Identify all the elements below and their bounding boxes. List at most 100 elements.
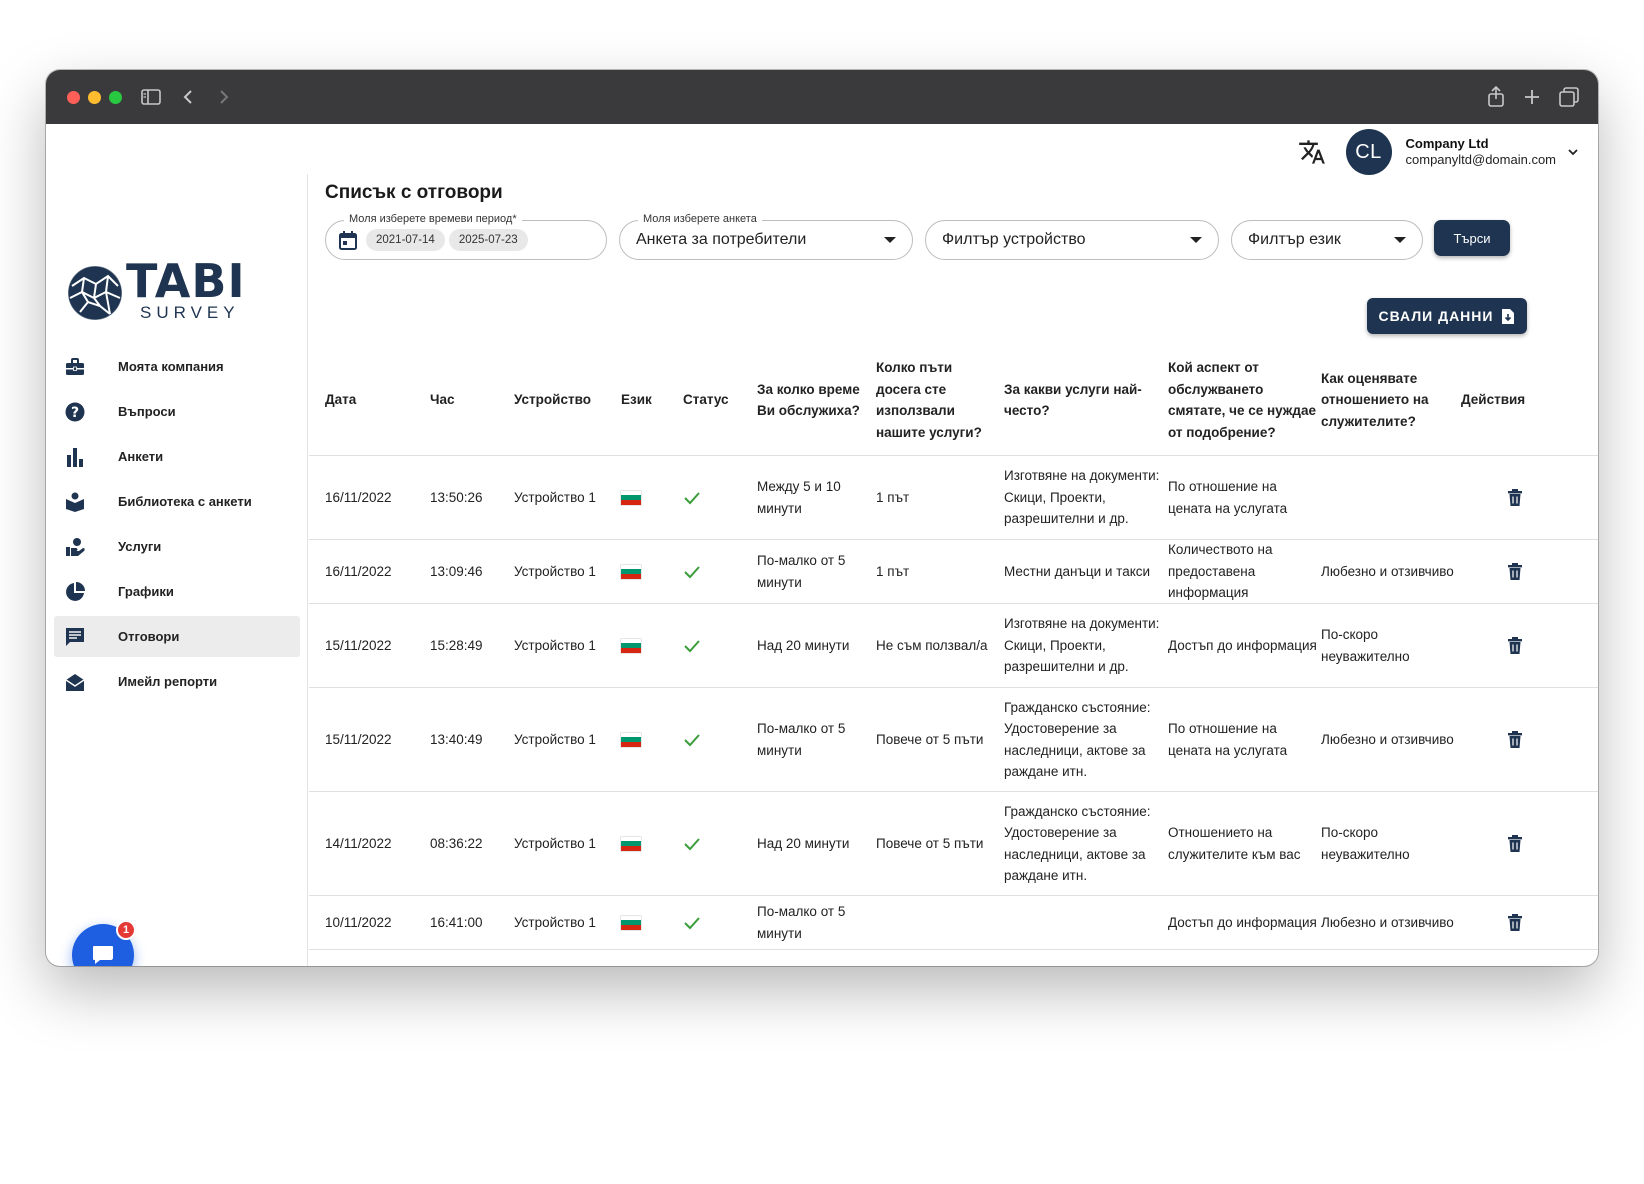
chevron-down-icon[interactable] [1566, 145, 1580, 159]
cell-date: 15/11/2022 [325, 731, 392, 747]
forward-icon[interactable] [216, 84, 232, 110]
delete-icon[interactable] [1507, 562, 1523, 581]
column-header: За какви услуги най-често? [1004, 381, 1142, 419]
bulgaria-flag-icon [621, 915, 641, 930]
email-open-icon [64, 671, 86, 693]
back-icon[interactable] [180, 84, 196, 110]
cell-q3 [1004, 896, 1164, 949]
sidebar-item-my-company[interactable]: Моята компания [54, 346, 300, 387]
survey-select[interactable]: Моля изберете анкета Анкета за потребите… [619, 212, 913, 260]
sidebar-item-surveys[interactable]: Анкети [54, 436, 300, 477]
sidebar-item-email-reports[interactable]: Имейл репорти [54, 661, 300, 702]
cell-device: Устройство 1 [514, 731, 596, 747]
sidebar-item-label: Графики [118, 584, 174, 599]
language-filter-select[interactable]: Филтър език [1231, 220, 1423, 260]
cell-q3: Изготвяне на документи: Скици, Проекти, … [1004, 616, 1160, 675]
sidebar-item-label: Библиотека с анкети [118, 494, 252, 509]
table-header: Дата Час Устройство Език Статус За колко врем… [309, 344, 1598, 456]
column-header: Език [621, 392, 652, 408]
user-email: companyltd@domain.com [1405, 152, 1556, 167]
library-icon [64, 491, 86, 513]
share-icon[interactable] [1486, 84, 1506, 110]
date-to-chip[interactable]: 2025-07-23 [448, 229, 528, 251]
check-icon [684, 837, 700, 850]
new-tab-icon[interactable] [1522, 84, 1542, 110]
status-cell [683, 896, 755, 949]
table-row: 16/11/2022 13:50:26 Устройство 1 Между 5 и … [309, 456, 1598, 540]
cell-q5: Любезно и отзивчиво [1321, 914, 1454, 930]
sidebar-item-answers[interactable]: Отговори [54, 616, 300, 657]
translate-icon[interactable] [1298, 138, 1326, 166]
cell-q5: Любезно и отзивчиво [1321, 563, 1454, 579]
notification-badge: 1 [116, 920, 136, 940]
sidebar-item-label: Моята компания [118, 359, 224, 374]
download-data-button[interactable]: СВАЛИ ДАННИ [1367, 298, 1527, 334]
sidebar-item-label: Услуги [118, 539, 162, 554]
sidebar-toggle-icon[interactable] [140, 84, 162, 110]
globe-logo-icon [67, 265, 123, 321]
close-window-button[interactable] [67, 91, 80, 104]
user-info[interactable]: Company Ltd companyltd@domain.com [1406, 136, 1556, 168]
date-from-chip[interactable]: 2021-07-14 [366, 229, 445, 251]
sidebar-item-label: Анкети [118, 449, 164, 464]
column-header: Статус [683, 392, 729, 408]
download-data-label: СВАЛИ ДАННИ [1378, 308, 1494, 324]
chat-icon [93, 946, 113, 964]
minimize-window-button[interactable] [88, 91, 101, 104]
cell-q4: Достъп до информация [1168, 914, 1317, 930]
table-row: 14/11/2022 08:36:22 Устройство 1 Над 20 мин… [309, 792, 1598, 896]
help-circle-icon: ? [64, 401, 86, 423]
language-filter-value: Филтър език [1248, 231, 1341, 248]
table-row: 15/11/2022 13:40:49 Устройство 1 По-малко о… [309, 688, 1598, 792]
table-row: 16/11/2022 13:09:46 Устройство 1 По-малко о… [309, 540, 1598, 604]
user-header: CL Company Ltd companyltd@domain.com [1298, 126, 1580, 178]
sidebar-item-survey-library[interactable]: Библиотека с анкети [54, 481, 300, 522]
check-icon [684, 565, 700, 578]
cell-q3: Изготвяне на документи: Скици, Проекти, … [1004, 468, 1160, 527]
browser-window: CL Company Ltd companyltd@domain.com TAB… [46, 70, 1598, 966]
bar-chart-icon [64, 446, 86, 468]
cell-device: Устройство 1 [514, 563, 596, 579]
bulgaria-flag-icon [621, 564, 641, 579]
cell-device: Устройство 1 [514, 637, 596, 653]
cell-time: 13:40:49 [430, 731, 483, 747]
sidebar-item-questions[interactable]: ? Въпроси [54, 391, 300, 432]
sidebar-item-charts[interactable]: Графики [54, 571, 300, 612]
avatar[interactable]: CL [1345, 129, 1392, 175]
logo-subtitle: SURVEY [140, 303, 240, 322]
cell-time: 13:50:26 [430, 489, 483, 505]
cell-device: Устройство 1 [514, 489, 596, 505]
search-button[interactable]: Търси [1434, 220, 1510, 256]
delete-icon[interactable] [1507, 636, 1523, 655]
cell-q3: Местни данъци и такси [1004, 563, 1151, 579]
maximize-window-button[interactable] [109, 91, 122, 104]
cell-time: 16:41:00 [430, 914, 483, 930]
caret-down-icon [1394, 237, 1406, 243]
cell-date: 16/11/2022 [325, 563, 392, 579]
logo[interactable]: TABI SURVEY [66, 258, 256, 322]
bulgaria-flag-icon [621, 638, 641, 653]
actions-cell [1461, 540, 1541, 603]
user-name: Company Ltd [1405, 136, 1489, 151]
column-header: Устройство [514, 392, 591, 408]
cell-q1: По-малко от 5 минути [757, 721, 846, 758]
actions-cell [1461, 688, 1541, 791]
column-header: Час [430, 392, 455, 408]
delete-icon[interactable] [1507, 913, 1523, 932]
delete-icon[interactable] [1507, 834, 1523, 853]
svg-text:?: ? [71, 405, 79, 421]
device-filter-select[interactable]: Филтър устройство [925, 220, 1219, 260]
check-icon [684, 733, 700, 746]
date-range-picker[interactable]: Моля изберете времеви период* 2021-07-14… [325, 212, 607, 260]
sidebar-item-services[interactable]: Услуги [54, 526, 300, 567]
delete-icon[interactable] [1507, 730, 1523, 749]
language-cell [621, 896, 681, 949]
page-title: Списък с отговори [325, 182, 503, 203]
delete-icon[interactable] [1507, 488, 1523, 507]
table-row: 15/11/2022 15:28:49 Устройство 1 Над 20 мин… [309, 604, 1598, 688]
cell-q2: Не съм ползвал/а [876, 637, 988, 653]
tab-overview-icon[interactable] [1558, 84, 1580, 110]
cell-q5 [1321, 456, 1457, 539]
cell-q4: Достъп до информация [1168, 637, 1317, 653]
table-row: 10/11/2022 16:41:00 Устройство 1 По-малко о… [309, 896, 1598, 950]
